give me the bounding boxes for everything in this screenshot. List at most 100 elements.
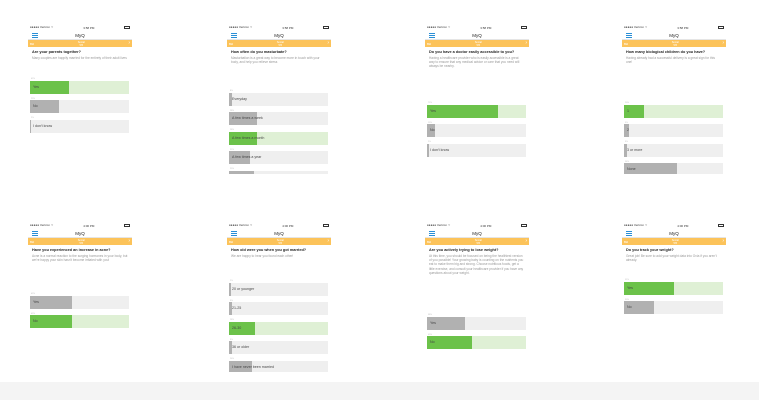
hamburger-menu-icon[interactable] xyxy=(32,231,38,236)
question-description: Having a healthcare provider who is easi… xyxy=(429,55,520,69)
back-link[interactable]: Bkl xyxy=(624,42,628,46)
next-arrow-icon[interactable]: › xyxy=(327,239,329,244)
question-text: Are your parents together? xyxy=(32,50,81,54)
battery-icon xyxy=(323,26,329,29)
answer-option[interactable]: No xyxy=(427,124,526,137)
phone-screen: ●●●●● Verizon ⌔ 4:00 PM MyQ Bkl Social 5/5 › Do… xyxy=(622,222,726,372)
answer-label: 3 or more xyxy=(627,147,643,152)
answer-option[interactable]: No xyxy=(427,336,526,349)
navigation-bar: MyQ xyxy=(425,229,529,238)
bottom-strip xyxy=(0,382,759,400)
next-arrow-icon[interactable]: › xyxy=(525,41,527,46)
question-progress-bar: Bkl Social 5/5 › xyxy=(28,40,132,47)
battery-icon xyxy=(124,26,130,29)
answer-list: 42% Yes 42% No xyxy=(30,293,129,332)
question-description: Having already had a successful delivery… xyxy=(626,55,715,64)
answer-result-bar xyxy=(427,104,499,118)
status-bar: ●●●●● Verizon ⌔ 3:58 PM xyxy=(425,24,529,31)
clock-label: 3:58 PM xyxy=(480,25,492,30)
battery-icon xyxy=(323,224,329,227)
answer-option[interactable]: 20 or younger xyxy=(229,282,328,296)
back-link[interactable]: Bkl xyxy=(624,240,628,244)
question-count-label: 5/5 xyxy=(278,43,283,47)
answer-option[interactable]: A few times a year xyxy=(229,151,328,164)
question-progress-bar: Bkl Social 5/5 › xyxy=(622,40,726,47)
battery-icon xyxy=(718,224,724,227)
question-description: At this time, you should be focused on b… xyxy=(429,253,524,276)
question-count-label: 5/5 xyxy=(476,241,481,245)
phone-screen: ●●●●● Verizon ⌔ 3:58 PM MyQ Bkl Social 5/5 › Ho… xyxy=(622,24,726,174)
question-progress-bar: Bkl Social 5/5 › xyxy=(425,40,529,47)
answer-label: A few times a week xyxy=(232,116,263,120)
battery-icon xyxy=(124,224,130,227)
next-arrow-icon[interactable]: › xyxy=(722,41,724,46)
next-arrow-icon[interactable]: › xyxy=(722,239,724,244)
question-count-label: 5/5 xyxy=(673,241,678,245)
answer-option[interactable]: Everyday xyxy=(229,92,328,106)
answer-option[interactable]: Never xyxy=(229,170,328,174)
answer-option[interactable]: 36 or older xyxy=(229,341,328,354)
next-arrow-icon[interactable]: › xyxy=(327,41,329,46)
back-link[interactable]: Bkl xyxy=(30,240,34,244)
next-arrow-icon[interactable]: › xyxy=(128,239,130,244)
back-link[interactable]: Bkl xyxy=(427,240,431,244)
back-link[interactable]: Bkl xyxy=(30,42,34,46)
answer-list: 38% Yes 45% No xyxy=(427,314,526,353)
next-arrow-icon[interactable]: › xyxy=(128,41,130,46)
progress-center: Social 5/5 xyxy=(78,239,85,245)
answer-option[interactable]: No xyxy=(30,315,129,328)
answer-option[interactable]: 3 or more xyxy=(624,143,723,157)
hamburger-menu-icon[interactable] xyxy=(32,33,38,38)
clock-label: 4:00 PM xyxy=(282,223,294,228)
answer-option[interactable]: I have never been married xyxy=(229,360,328,372)
answer-option[interactable]: I don't know xyxy=(427,143,526,157)
answer-option[interactable]: Yes xyxy=(30,80,129,94)
answer-label: Yes xyxy=(33,84,39,89)
app-title: MyQ xyxy=(472,230,482,236)
answer-option[interactable]: A few times a week xyxy=(229,112,328,125)
answer-option[interactable]: 21-25 xyxy=(229,302,328,315)
app-title: MyQ xyxy=(669,230,679,236)
hamburger-menu-icon[interactable] xyxy=(626,231,632,236)
hamburger-menu-icon[interactable] xyxy=(429,33,435,38)
hamburger-menu-icon[interactable] xyxy=(429,231,435,236)
answer-option[interactable]: None xyxy=(624,163,723,174)
hamburger-menu-icon[interactable] xyxy=(626,33,632,38)
answer-option[interactable]: No xyxy=(624,301,723,314)
progress-center: Social 5/5 xyxy=(277,239,284,245)
answer-option[interactable]: Yes xyxy=(30,295,129,309)
carrier-label: ●●●●● Verizon ⌔ xyxy=(30,25,54,29)
back-link[interactable]: Bkl xyxy=(229,240,233,244)
carrier-label: ●●●●● Verizon ⌔ xyxy=(624,223,648,227)
battery-level-icon xyxy=(323,224,329,227)
hamburger-menu-icon[interactable] xyxy=(231,33,237,38)
answer-option[interactable]: No xyxy=(30,100,129,113)
answer-option[interactable]: 1 xyxy=(624,104,723,118)
next-arrow-icon[interactable]: › xyxy=(525,239,527,244)
question-count-label: 5/5 xyxy=(79,43,84,47)
back-link[interactable]: Bkl xyxy=(427,42,431,46)
back-link[interactable]: Bkl xyxy=(229,42,233,46)
answer-label: No xyxy=(33,104,38,108)
answer-option[interactable]: 2 xyxy=(624,124,723,137)
answer-option[interactable]: Yes xyxy=(427,316,526,330)
hamburger-menu-icon[interactable] xyxy=(231,231,237,236)
question-progress-bar: Bkl Social 5/5 › xyxy=(425,238,529,245)
phone-screen: ●●●●● Verizon ⌔ 3:58 PM MyQ Bkl Social 5/5 › Ar… xyxy=(28,24,132,174)
question-description: We are happy to hear you found each othe… xyxy=(231,253,294,258)
question-description: Acne is a normal reaction to the surging… xyxy=(32,253,128,262)
progress-center: Social 5/5 xyxy=(672,239,679,245)
answer-label: No xyxy=(430,340,435,344)
question-count-label: 5/5 xyxy=(673,43,678,47)
answer-label: No xyxy=(627,305,632,309)
answer-option[interactable]: Yes xyxy=(427,104,526,118)
answer-option[interactable]: Yes xyxy=(624,281,723,295)
status-bar: ●●●●● Verizon ⌔ 4:00 PM xyxy=(227,222,331,229)
answer-option[interactable]: I don't know xyxy=(30,119,129,133)
answer-option[interactable]: 26-30 xyxy=(229,321,328,335)
answer-option[interactable]: A few times a month xyxy=(229,131,328,145)
battery-level-icon xyxy=(718,26,724,29)
answer-result-bar xyxy=(30,119,31,133)
answer-label: No xyxy=(33,319,38,323)
question-description: Many couples are happily married for the… xyxy=(32,55,127,60)
